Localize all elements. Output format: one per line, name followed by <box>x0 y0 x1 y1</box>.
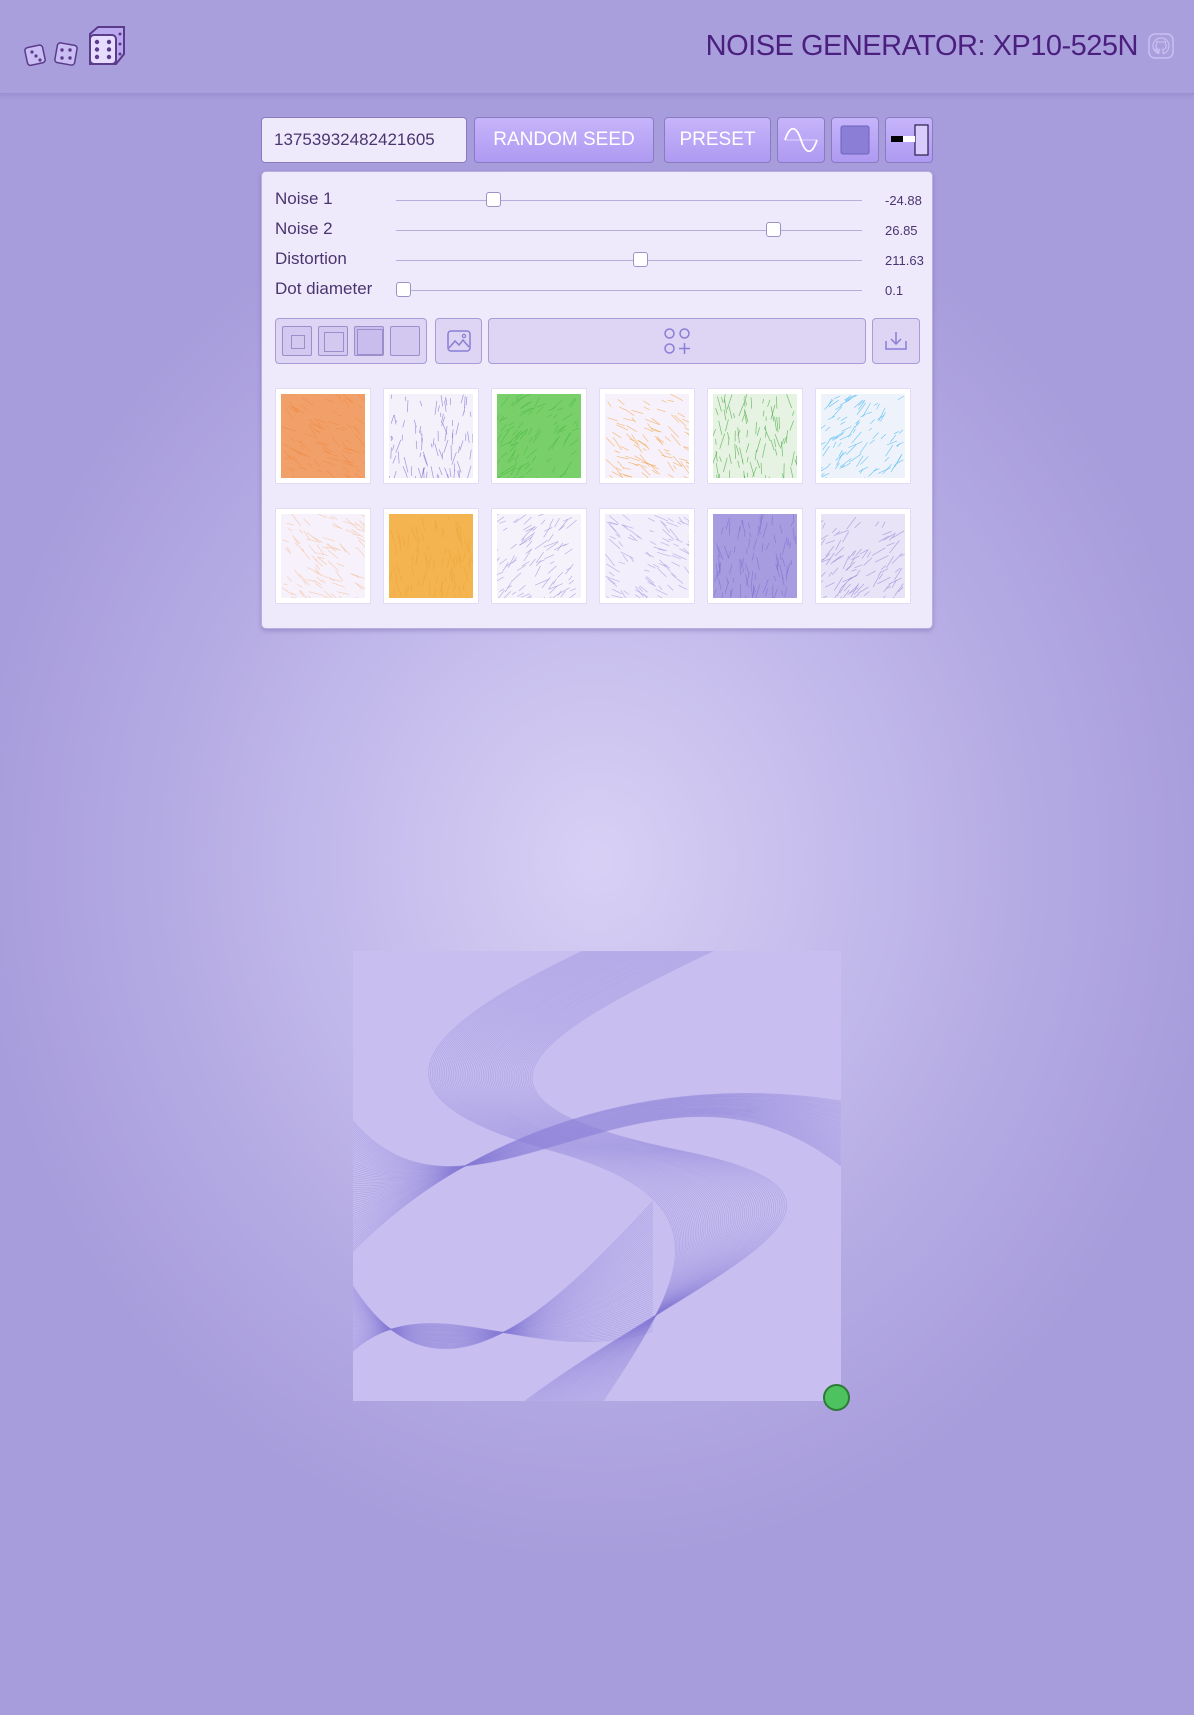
contrast-toggle-icon <box>891 124 929 156</box>
preset-preview <box>281 514 365 598</box>
dice-icon <box>54 42 78 66</box>
preset-preview <box>605 514 689 598</box>
seed-input[interactable] <box>261 117 467 163</box>
preset-thumbnail[interactable] <box>599 508 695 604</box>
slider-label: Dot diameter <box>275 279 373 298</box>
preset-preview <box>821 514 905 598</box>
image-icon <box>446 330 471 352</box>
size-option-medium[interactable] <box>318 326 348 356</box>
dice-icon <box>89 26 125 65</box>
slider-track[interactable] <box>396 260 862 261</box>
preset-thumbnail[interactable] <box>707 388 803 484</box>
download-button[interactable] <box>872 318 920 364</box>
size-option-small[interactable] <box>282 326 312 356</box>
gallery-button[interactable] <box>488 318 866 364</box>
slider-row: Noise 1 -24.88 <box>275 188 925 212</box>
grid-plus-icon <box>664 328 690 354</box>
top-bar: NOISE GENERATOR: XP10-525N <box>0 0 1194 94</box>
color-button[interactable] <box>831 117 879 163</box>
slider-thumb[interactable] <box>765 222 781 237</box>
slider-value: -24.88 <box>885 193 922 208</box>
preset-thumbnail[interactable] <box>383 508 479 604</box>
preset-preview <box>281 394 365 478</box>
preset-thumbnail[interactable] <box>275 508 371 604</box>
preset-thumbnail[interactable] <box>491 388 587 484</box>
preset-thumbnail[interactable] <box>815 388 911 484</box>
size-option-large[interactable] <box>354 326 384 356</box>
page-title: NOISE GENERATOR: XP10-525N <box>705 30 1139 62</box>
color-swatch-icon <box>840 125 870 155</box>
control-panel: Noise 1 -24.88 Noise 2 26.85 Distortion 211.6… <box>261 171 933 629</box>
dice-icon <box>24 44 46 67</box>
preset-preview <box>389 394 473 478</box>
sine-wave-icon <box>784 127 818 153</box>
preset-preview <box>713 514 797 598</box>
size-selector <box>275 318 427 364</box>
preset-preview <box>821 394 905 478</box>
slider-thumb[interactable] <box>396 282 411 297</box>
preset-button[interactable]: PRESET <box>664 117 771 163</box>
slider-value: 211.63 <box>885 253 924 268</box>
download-icon <box>885 332 907 350</box>
preset-preview <box>497 394 581 478</box>
slider-row: Noise 2 26.85 <box>275 218 925 242</box>
slider-label: Noise 2 <box>275 219 333 238</box>
preset-thumbnail[interactable] <box>491 508 587 604</box>
github-icon[interactable] <box>1148 33 1174 59</box>
slider-row: Dot diameter 0.1 <box>275 278 925 302</box>
slider-thumb[interactable] <box>633 252 649 267</box>
preset-thumbnail[interactable] <box>383 388 479 484</box>
slider-track[interactable] <box>396 230 862 231</box>
image-button[interactable] <box>435 318 482 364</box>
status-dot[interactable] <box>823 1384 850 1411</box>
random-seed-button[interactable]: RANDOM SEED <box>474 117 654 163</box>
preset-thumbnail[interactable] <box>599 388 695 484</box>
size-option-full[interactable] <box>390 326 420 356</box>
preset-preview <box>389 514 473 598</box>
preset-preview <box>713 394 797 478</box>
slider-thumb[interactable] <box>486 192 502 207</box>
toolbar: RANDOM SEED PRESET <box>261 117 933 165</box>
contrast-button[interactable] <box>885 117 933 163</box>
slider-label: Distortion <box>275 249 347 268</box>
slider-value: 26.85 <box>885 223 918 238</box>
wave-button[interactable] <box>777 117 825 163</box>
slider-track[interactable] <box>396 200 862 201</box>
slider-track[interactable] <box>396 290 862 291</box>
preset-thumbnail[interactable] <box>707 508 803 604</box>
slider-value: 0.1 <box>885 283 904 298</box>
preset-preview <box>605 394 689 478</box>
preset-thumbnail[interactable] <box>275 388 371 484</box>
noise-canvas[interactable] <box>353 951 841 1401</box>
preset-preview <box>497 514 581 598</box>
slider-row: Distortion 211.63 <box>275 248 925 272</box>
preset-thumbnail[interactable] <box>815 508 911 604</box>
logo[interactable] <box>24 24 128 68</box>
slider-label: Noise 1 <box>275 189 333 208</box>
